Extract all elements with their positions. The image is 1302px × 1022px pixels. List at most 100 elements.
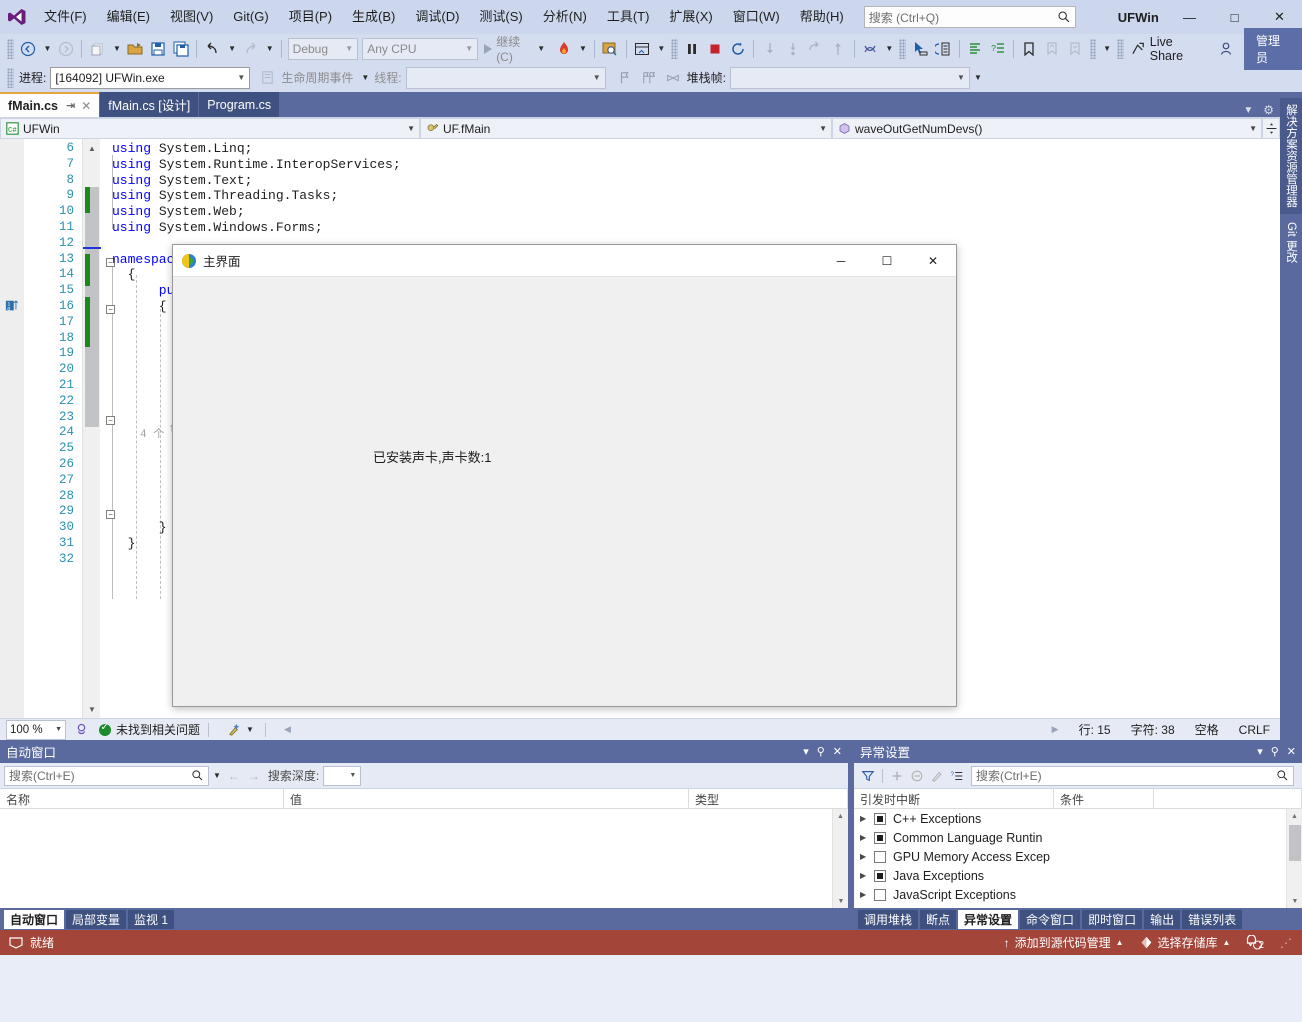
exception-search-input[interactable]: 搜索(Ctrl+E): [971, 765, 1294, 786]
minimize-button[interactable]: —: [1167, 0, 1212, 34]
solution-platform-select[interactable]: Any CPU ▼: [362, 37, 479, 60]
navigate-backward-dropdown[interactable]: ▼: [40, 44, 54, 53]
intellitrace-dropdown[interactable]: ▼: [882, 44, 896, 53]
autos-grid-body[interactable]: [0, 809, 832, 908]
redo-dropdown[interactable]: ▼: [263, 44, 277, 53]
continue-button[interactable]: 继续(C) ▼: [480, 33, 552, 64]
dock-tab-error-list[interactable]: 错误列表: [1182, 909, 1243, 929]
account-icon[interactable]: [1216, 38, 1237, 60]
zoom-level-select[interactable]: 100 % ▼: [6, 719, 66, 740]
window-layout-icon[interactable]: [632, 38, 653, 60]
notifications-button[interactable]: 2: [1246, 934, 1264, 951]
admin-badge[interactable]: 管理员: [1243, 27, 1302, 70]
navigate-forward-icon[interactable]: [55, 38, 76, 60]
format-document-icon[interactable]: [964, 38, 985, 60]
restart-debugging-icon[interactable]: [728, 38, 749, 60]
navbar-project-select[interactable]: C# UFWin ▼: [0, 118, 420, 139]
indentation-indicator[interactable]: 空格: [1195, 721, 1219, 738]
lifecycle-events-icon[interactable]: [256, 67, 278, 89]
live-visual-tree-icon[interactable]: [933, 38, 954, 60]
expand-arrow-icon[interactable]: ▶: [860, 852, 874, 861]
continue-dropdown[interactable]: ▼: [534, 44, 548, 53]
tab-fmain-cs-design[interactable]: fMain.cs [设计]: [100, 92, 199, 117]
code-cleanup-dropdown[interactable]: ▼: [243, 725, 257, 734]
list-item[interactable]: ▶ Java Exceptions: [854, 866, 1286, 885]
list-item[interactable]: ▶ GPU Memory Access Excep: [854, 847, 1286, 866]
pin-icon[interactable]: ⇥: [66, 99, 75, 112]
delete-exception-icon[interactable]: [907, 766, 927, 786]
hot-reload-icon[interactable]: [553, 38, 574, 60]
column-extra[interactable]: [1154, 789, 1302, 808]
next-bookmark-icon[interactable]: [1065, 38, 1086, 60]
dialog-minimize-button[interactable]: ─: [818, 245, 864, 277]
dialog-title-bar[interactable]: 主界面 ─ ☐ ✕: [173, 245, 956, 277]
intellicode-icon[interactable]: [74, 722, 89, 737]
tab-settings-gear-icon[interactable]: ⚙: [1263, 103, 1274, 117]
scroll-down-arrow-icon[interactable]: ▼: [833, 894, 849, 908]
split-editor-icon[interactable]: [1262, 118, 1280, 139]
dock-tab-exception-settings[interactable]: 异常设置: [958, 909, 1019, 929]
toolbar-grip[interactable]: [671, 38, 678, 59]
hot-reload-dropdown[interactable]: ▼: [576, 44, 590, 53]
step-into-icon[interactable]: [759, 38, 780, 60]
code-line[interactable]: }: [112, 520, 167, 535]
scroll-down-arrow-icon[interactable]: ▼: [1287, 894, 1302, 908]
stop-debugging-icon[interactable]: [705, 38, 726, 60]
dock-tab-breakpoints[interactable]: 断点: [920, 909, 957, 929]
menu-git[interactable]: Git(G): [223, 0, 278, 34]
scrollbar-thumb[interactable]: [1289, 825, 1301, 861]
window-layout-dropdown[interactable]: ▼: [654, 44, 668, 53]
menu-debug[interactable]: 调试(D): [405, 0, 469, 34]
dialog-close-button[interactable]: ✕: [910, 245, 956, 277]
navigate-backward-icon[interactable]: [18, 38, 39, 60]
break-all-icon[interactable]: [682, 38, 703, 60]
undo-dropdown[interactable]: ▼: [225, 44, 239, 53]
code-line[interactable]: using System.Text;: [112, 173, 252, 188]
scroll-down-arrow-icon[interactable]: ▼: [83, 700, 101, 718]
new-project-dropdown[interactable]: ▼: [110, 44, 124, 53]
stackframe-select[interactable]: ▼: [729, 66, 970, 89]
collapse-region-icon[interactable]: −: [106, 416, 115, 425]
expand-arrow-icon[interactable]: ▶: [860, 890, 874, 899]
run-to-cursor-icon[interactable]: [828, 38, 849, 60]
code-line[interactable]: using System.Windows.Forms;: [112, 220, 323, 235]
dock-tab-command-window[interactable]: 命令窗口: [1020, 909, 1081, 929]
search-next-icon[interactable]: →: [244, 766, 264, 786]
list-item[interactable]: ▶ JavaScript Exceptions: [854, 885, 1286, 904]
menu-analyze[interactable]: 分析(N): [533, 0, 597, 34]
code-cleanup-icon[interactable]: ▼: [227, 722, 257, 737]
code-line[interactable]: {: [112, 267, 136, 282]
dock-tab-locals[interactable]: 局部变量: [66, 909, 127, 929]
code-line[interactable]: using System.Threading.Tasks;: [112, 188, 338, 203]
code-line[interactable]: using System.Runtime.InteropServices;: [112, 157, 401, 172]
menu-tools[interactable]: 工具(T): [597, 0, 660, 34]
menu-edit[interactable]: 编辑(E): [97, 0, 160, 34]
rail-tab-git-changes[interactable]: Git 更改: [1280, 216, 1302, 269]
tab-fmain-cs[interactable]: fMain.cs ⇥ ✕: [0, 92, 100, 117]
menu-file[interactable]: 文件(F): [34, 0, 97, 34]
navbar-member-select[interactable]: waveOutGetNumDevs() ▼: [832, 118, 1262, 139]
global-search-input[interactable]: 搜索 (Ctrl+Q): [863, 6, 1076, 28]
menu-extensions[interactable]: 扩展(X): [659, 0, 722, 34]
select-element-icon[interactable]: [910, 38, 931, 60]
lifecycle-dropdown[interactable]: ▼: [358, 73, 372, 82]
panel-menu-icon[interactable]: ▾: [803, 745, 809, 758]
code-line[interactable]: }: [112, 536, 136, 551]
menu-project[interactable]: 项目(P): [279, 0, 342, 34]
app-main-window-dialog[interactable]: 主界面 ─ ☐ ✕ 已安装声卡,声卡数:1: [172, 244, 957, 707]
list-item[interactable]: ▶ C++ Exceptions: [854, 809, 1286, 828]
toolbar-grip[interactable]: [7, 67, 14, 88]
filter-icon[interactable]: [858, 766, 878, 786]
code-line[interactable]: namespac: [112, 252, 174, 267]
status-scroll-right-icon[interactable]: ▶: [1052, 724, 1059, 735]
dialog-maximize-button[interactable]: ☐: [864, 245, 910, 277]
debug-location-overflow[interactable]: ▼: [971, 73, 985, 82]
toolbar-grip[interactable]: [7, 38, 14, 59]
resize-grip-icon[interactable]: ⋰: [1280, 936, 1292, 950]
pin-icon[interactable]: ⚲: [1271, 745, 1279, 758]
scroll-up-arrow-icon[interactable]: ▲: [83, 139, 101, 157]
menu-window[interactable]: 窗口(W): [723, 0, 790, 34]
exception-checkbox[interactable]: [874, 888, 886, 901]
redo-icon[interactable]: [240, 38, 261, 60]
expand-arrow-icon[interactable]: ▶: [860, 814, 874, 823]
